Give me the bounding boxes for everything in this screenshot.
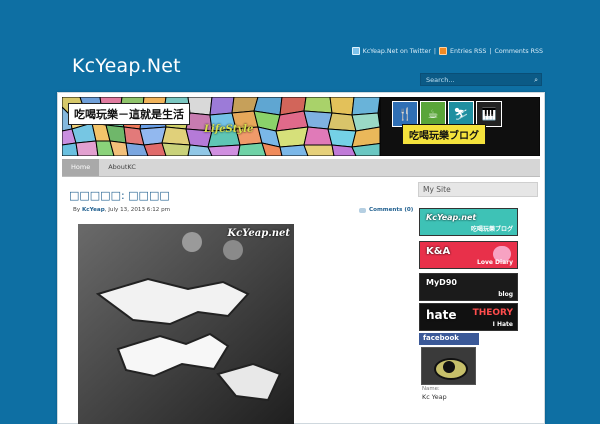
image-watermark: KcYeap.net — [227, 228, 290, 239]
comments-count: Comments (0) — [369, 207, 414, 213]
sidebar-banner-sub: I Hate — [492, 321, 513, 328]
sidebar-banner-kcyeap[interactable]: KcYeap.net 吃喝玩樂ブログ — [419, 208, 518, 236]
facebook-badge[interactable]: facebook — [419, 333, 479, 345]
post-photo — [78, 224, 294, 424]
search-icon[interactable]: ⌕ — [534, 76, 538, 85]
post-date: , July 13, 2013 6:12 pm — [104, 207, 171, 213]
search-placeholder: Search... — [426, 76, 455, 84]
entries-rss-link[interactable]: Entries RSS — [450, 48, 486, 55]
sidebar-title: My Site — [418, 182, 538, 197]
page-container: 吃喝玩樂－這就是生活 LifeStyle 🍴 ☕ ⛷ 🎹 吃喝玩樂ブログ Hom… — [57, 92, 545, 424]
separator: | — [489, 47, 492, 55]
sidebar-banner-hate[interactable]: hate THEORY I Hate — [419, 303, 518, 331]
sidebar-banner-myd90[interactable]: MyD90 blog — [419, 273, 518, 301]
sidebar-banner-ka[interactable]: K&A Love Diary — [419, 241, 518, 269]
banner-lifestyle-text: LifeStyle — [204, 124, 254, 135]
separator: | — [433, 47, 437, 55]
sidebar-banner-sub: Love Diary — [477, 259, 513, 266]
nav-aboutkc[interactable]: AboutKC — [99, 159, 145, 176]
sidebar-banner-sub: 吃喝玩樂ブログ — [470, 226, 513, 233]
rss-icon — [439, 47, 448, 55]
search-input[interactable]: Search... ⌕ — [420, 73, 542, 86]
site-title[interactable]: KcYeap.Net — [72, 55, 181, 77]
twitter-icon — [351, 47, 360, 55]
twitter-link[interactable]: KcYeap.Net on Twitter — [363, 48, 431, 55]
post-author[interactable]: KcYeap — [82, 207, 105, 213]
banner-title-left: 吃喝玩樂－這就是生活 — [68, 103, 190, 125]
post-image[interactable]: KcYeap.net — [78, 224, 294, 424]
comment-icon — [359, 207, 366, 213]
sidebar-banner-label: MyD90 — [426, 278, 457, 287]
facebook-name-label: Name: — [422, 386, 440, 392]
top-links: KcYeap.Net on Twitter | Entries RSS | Co… — [351, 47, 543, 55]
facebook-profile-photo[interactable] — [421, 347, 476, 385]
sidebar-banner-extra: THEORY — [472, 308, 513, 318]
post-meta-by: By — [73, 207, 81, 213]
sidebar-banner-label: hate — [426, 308, 457, 322]
comments-rss-link[interactable]: Comments RSS — [494, 48, 543, 55]
nav-home[interactable]: Home — [62, 159, 100, 176]
post-title[interactable]: □□□□□: □□□□ — [69, 189, 170, 202]
sidebar-banner-label: K&A — [426, 246, 451, 257]
post-meta: By KcYeap, July 13, 2013 6:12 pm — [73, 207, 170, 213]
sidebar-banner-label: KcYeap.net — [426, 213, 477, 222]
comments-link[interactable]: Comments (0) — [359, 207, 413, 213]
main-nav: Home AboutKC — [62, 159, 540, 177]
banner-title-right: 吃喝玩樂ブログ — [402, 124, 486, 145]
pupil — [443, 361, 455, 373]
sidebar-banner-sub: blog — [498, 291, 513, 298]
header-banner[interactable]: 吃喝玩樂－這就是生活 LifeStyle 🍴 ☕ ⛷ 🎹 吃喝玩樂ブログ — [62, 97, 540, 156]
